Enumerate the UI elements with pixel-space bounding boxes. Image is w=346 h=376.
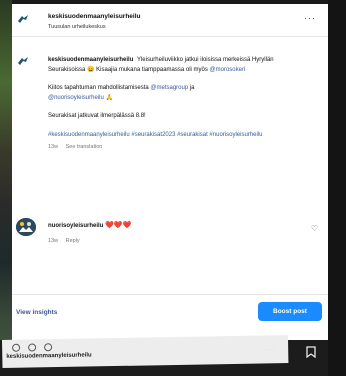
right-frame <box>328 0 346 376</box>
view-insights-link[interactable]: View insights <box>16 309 57 316</box>
reply-link[interactable]: Reply <box>66 238 80 244</box>
caption-intro: keskisuodenmaanyleisurheilu Yleisurheilu… <box>48 56 310 75</box>
more-options-icon[interactable]: ··· <box>264 344 276 354</box>
club-logo-icon <box>18 15 28 23</box>
caption-avatar[interactable] <box>16 54 30 68</box>
next-post-preview: keskisuodenmaanyleisurheilu ··· <box>0 335 328 376</box>
next-post-action-icons <box>12 343 53 352</box>
comment-meta: 13w Reply <box>48 238 80 244</box>
see-translation-link[interactable]: See translation <box>66 144 103 150</box>
next-post-strip: keskisuodenmaanyleisurheilu <box>2 335 289 368</box>
account-avatar[interactable] <box>16 12 30 26</box>
caption-emoji: 🙏 <box>105 94 113 101</box>
mention-link[interactable]: @metsagroup <box>150 85 188 91</box>
caption-thanks-text: Kiitos tapahtuman mahdollistamisesta <box>48 85 149 91</box>
caption-next-events: Seurakisat jatkuvat ilmerpälässä 8.8! <box>48 113 146 119</box>
mention-link[interactable]: @nuorisoyleisurheilu <box>48 95 104 101</box>
bookmark-icon[interactable] <box>306 346 316 358</box>
comment-text: nuorisoyleisurheilu ❤️❤️❤️ <box>48 221 131 229</box>
like-icon[interactable] <box>12 343 21 352</box>
post-header: keskisuodenmaanyleisurheilu Tuusulan urh… <box>12 4 328 34</box>
runner-logo-icon <box>16 218 36 236</box>
more-options-icon[interactable]: ··· <box>304 14 316 23</box>
caption-thanks: Kiitos tapahtuman mahdollistamisesta @me… <box>48 84 310 103</box>
background-photo-strip <box>0 0 12 376</box>
caption-hashtags[interactable]: #keskisuodenmaanyleisurheilu #seurakisat… <box>48 131 310 141</box>
post-caption: keskisuodenmaanyleisurheilu Yleisurheilu… <box>48 56 310 153</box>
post-location[interactable]: Tuusulan urheilukeskus <box>48 24 106 30</box>
mention-link[interactable]: @morosokeri <box>210 67 246 73</box>
caption-time: 13w <box>48 144 59 150</box>
comment-hearts: ❤️❤️❤️ <box>105 222 132 229</box>
caption-and: ja <box>189 85 195 91</box>
caption-username[interactable]: keskisuodenmaanyleisurheilu <box>48 57 133 63</box>
club-logo-icon <box>18 57 28 65</box>
caption-meta: 13w See translation <box>48 143 310 153</box>
commenter-username[interactable]: nuorisoyleisurheilu <box>48 223 103 229</box>
commenter-avatar[interactable] <box>16 218 36 236</box>
comment-time: 13w <box>48 238 59 244</box>
actions-divider <box>12 294 328 295</box>
boost-post-button[interactable]: Boost post <box>258 302 322 321</box>
comment-icon[interactable] <box>28 343 37 352</box>
post-panel: keskisuodenmaanyleisurheilu Tuusulan urh… <box>12 4 328 340</box>
next-post-account-name[interactable]: keskisuodenmaanyleisurheilu <box>6 352 91 359</box>
share-icon[interactable] <box>44 343 53 352</box>
like-heart-icon[interactable]: ♡ <box>311 224 318 233</box>
header-divider <box>12 36 328 37</box>
account-name[interactable]: keskisuodenmaanyleisurheilu <box>48 13 140 20</box>
